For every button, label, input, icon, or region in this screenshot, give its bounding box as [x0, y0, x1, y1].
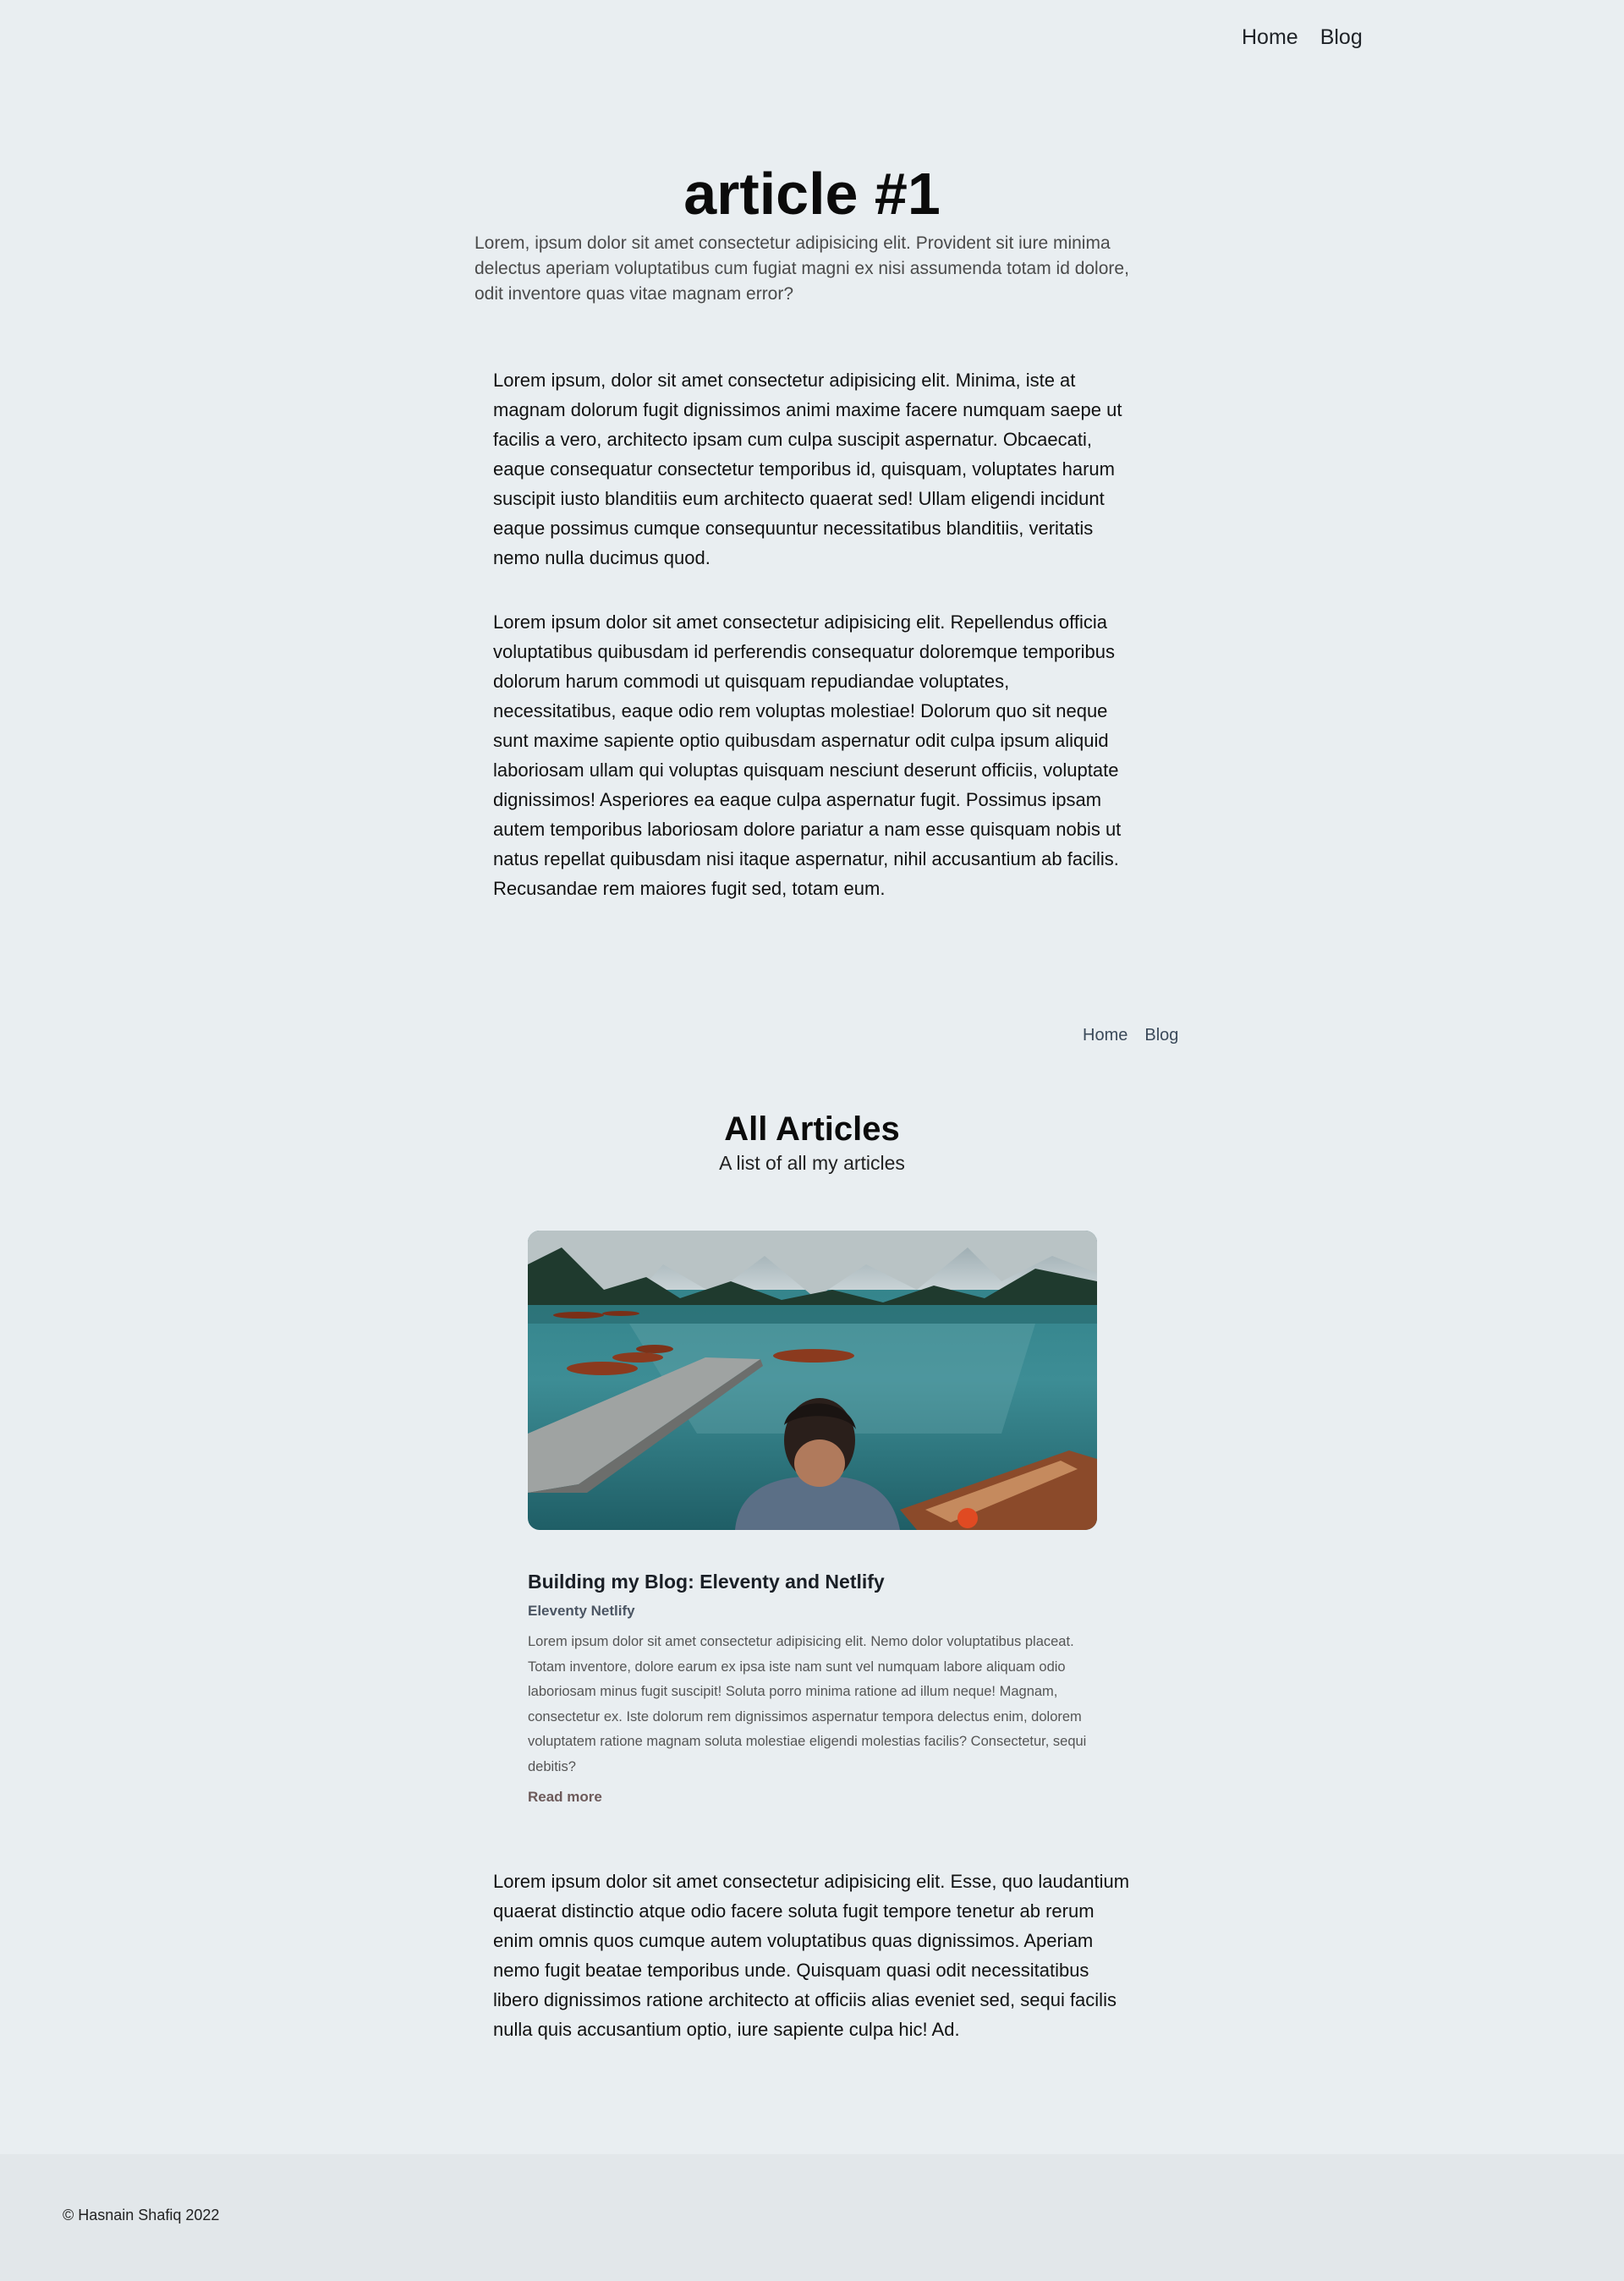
article-card-image[interactable]: [528, 1231, 1097, 1530]
lake-boats-photo: [528, 1231, 1097, 1530]
inner-nav: Home Blog: [1083, 1026, 1178, 1045]
nav-home-link[interactable]: Home: [1242, 25, 1298, 50]
top-nav: Home Blog: [1242, 25, 1363, 50]
article-paragraph-1: Lorem ipsum, dolor sit amet consectetur …: [493, 370, 1122, 568]
all-articles-title: All Articles: [724, 1110, 900, 1148]
inner-nav-blog-link[interactable]: Blog: [1144, 1026, 1178, 1045]
article-card-title[interactable]: Building my Blog: Eleventy and Netlify: [528, 1571, 885, 1593]
nav-blog-link[interactable]: Blog: [1320, 25, 1363, 50]
read-more-link[interactable]: Read more: [528, 1789, 602, 1806]
inner-nav-home-link[interactable]: Home: [1083, 1026, 1127, 1045]
all-articles-subtitle: A list of all my articles: [719, 1152, 905, 1174]
footer: © Hasnain Shafiq 2022: [0, 2154, 1624, 2281]
footer-copyright: © Hasnain Shafiq 2022: [63, 2207, 220, 2223]
article-card-tags: Eleventy Netlify: [528, 1603, 635, 1619]
article-paragraph-3: Lorem ipsum dolor sit amet consectetur a…: [493, 1871, 1130, 2040]
article-title: article #1: [683, 161, 941, 227]
article-card-description: Lorem ipsum dolor sit amet consectetur a…: [528, 1634, 1087, 1774]
article-subtitle: Lorem, ipsum dolor sit amet consectetur …: [475, 233, 1129, 304]
article-paragraph-2: Lorem ipsum dolor sit amet consectetur a…: [493, 611, 1122, 899]
